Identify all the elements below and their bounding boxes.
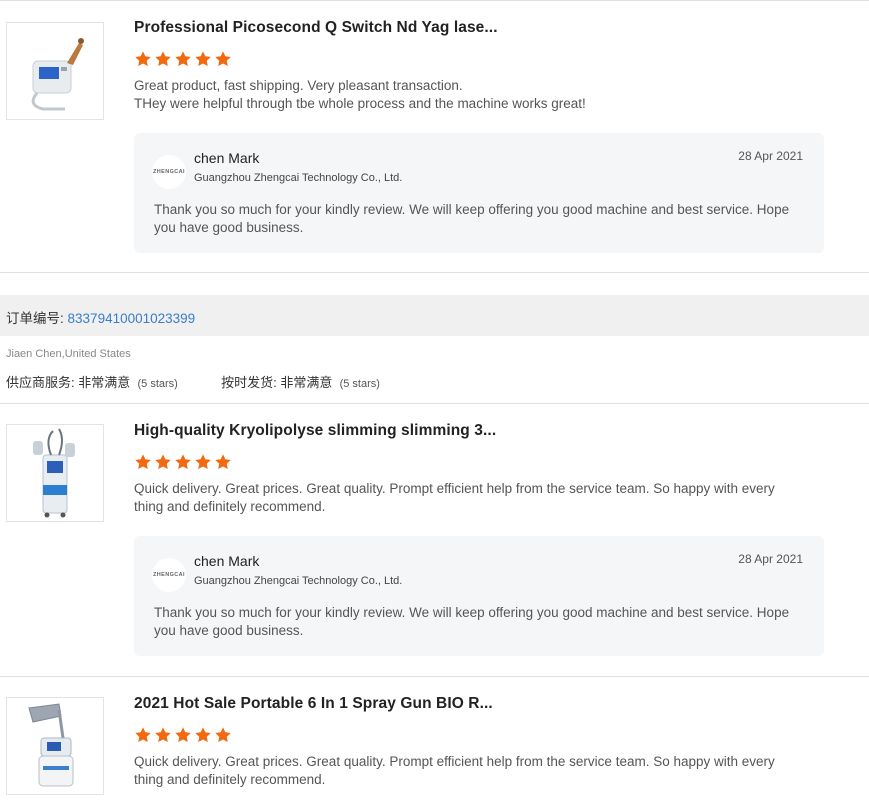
star-icon	[135, 727, 151, 743]
supplier-service-label: 供应商服务:	[6, 375, 75, 390]
reply-author: chen Mark	[194, 150, 260, 166]
company-logo: ZHENGCAI	[152, 155, 186, 189]
order-header: 订单编号: 83379410001023399	[0, 295, 869, 336]
reply-date: 28 Apr 2021	[738, 552, 803, 566]
star-icon	[155, 454, 171, 470]
review-line: Quick delivery. Great prices. Great qual…	[134, 754, 775, 787]
order-number-label: 订单编号:	[6, 311, 64, 326]
order-label: 订单编号: 83379410001023399	[6, 307, 195, 327]
product-title[interactable]: High-quality Kryolipolyse slimming slimm…	[134, 422, 496, 440]
divider	[0, 0, 869, 1]
rating-stars	[134, 50, 232, 68]
supplier-service-value: 非常满意	[78, 375, 131, 390]
seller-reply: ZHENGCAI chen Mark Guangzhou Zhengcai Te…	[134, 133, 824, 253]
order-ratings: 供应商服务: 非常满意 (5 stars) 按时发货: 非常满意 (5 star…	[6, 372, 380, 391]
star-icon	[215, 454, 231, 470]
on-time-value: 非常满意	[280, 375, 333, 390]
star-icon	[215, 51, 231, 67]
product-title[interactable]: Professional Picosecond Q Switch Nd Yag …	[134, 19, 498, 37]
on-time-label: 按时发货:	[221, 375, 277, 390]
divider	[0, 403, 869, 404]
product-thumbnail[interactable]	[6, 424, 104, 522]
star-icon	[175, 727, 191, 743]
star-icon	[155, 727, 171, 743]
product-thumbnail[interactable]	[6, 697, 104, 795]
star-icon	[175, 454, 191, 470]
on-time-stars: (5 stars)	[339, 378, 380, 390]
reply-company: Guangzhou Zhengcai Technology Co., Ltd.	[194, 172, 403, 184]
company-logo: ZHENGCAI	[152, 558, 186, 592]
review-text: Quick delivery. Great prices. Great qual…	[134, 480, 804, 516]
product-thumbnail[interactable]	[6, 22, 104, 120]
review-text: Great product, fast shipping. Very pleas…	[134, 77, 804, 113]
star-icon	[195, 454, 211, 470]
review-line: Great product, fast shipping. Very pleas…	[134, 78, 463, 93]
star-icon	[135, 454, 151, 470]
order-number-link[interactable]: 83379410001023399	[68, 311, 196, 326]
reply-author: chen Mark	[194, 553, 260, 569]
seller-reply: ZHENGCAI chen Mark Guangzhou Zhengcai Te…	[134, 536, 824, 656]
reply-message: Thank you so much for your kindly review…	[154, 202, 790, 235]
rating-stars	[134, 453, 232, 471]
star-icon	[195, 727, 211, 743]
product-title[interactable]: 2021 Hot Sale Portable 6 In 1 Spray Gun …	[134, 695, 493, 713]
buyer-info: Jiaen Chen,United States	[6, 348, 131, 360]
reply-message: Thank you so much for your kindly review…	[154, 605, 790, 638]
star-icon	[195, 51, 211, 67]
rating-stars	[134, 726, 232, 744]
divider	[0, 272, 869, 273]
review-line: THey were helpful through tbe whole proc…	[134, 96, 586, 111]
star-icon	[155, 51, 171, 67]
star-icon	[175, 51, 191, 67]
review-line: Quick delivery. Great prices. Great qual…	[134, 481, 775, 514]
reply-company: Guangzhou Zhengcai Technology Co., Ltd.	[194, 575, 403, 587]
review-text: Quick delivery. Great prices. Great qual…	[134, 753, 804, 789]
star-icon	[135, 51, 151, 67]
reply-date: 28 Apr 2021	[738, 149, 803, 163]
supplier-service-stars: (5 stars)	[137, 378, 178, 390]
divider	[0, 676, 869, 677]
star-icon	[215, 727, 231, 743]
